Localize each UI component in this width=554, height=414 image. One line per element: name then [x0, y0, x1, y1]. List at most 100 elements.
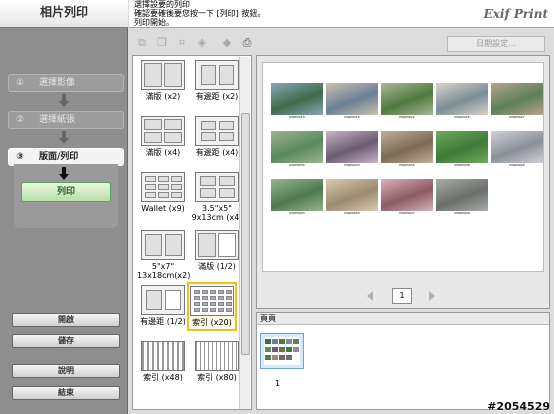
- photo-filename: IMGP0043: [289, 211, 305, 215]
- layout-index-x20[interactable]: 索引 (x20): [187, 282, 237, 331]
- layout-borderless-half[interactable]: 滿版 (1/2): [191, 230, 243, 271]
- open-button[interactable]: 開啟: [12, 313, 120, 327]
- down-arrow-icon: [59, 167, 69, 181]
- photo-thumbnail[interactable]: IMGP0043: [271, 179, 323, 215]
- layout-label: 有邊距 (x4): [195, 148, 239, 157]
- layout-preview-icon: [141, 60, 185, 90]
- photo-filename: IMGP0038: [454, 163, 470, 167]
- next-page-icon[interactable]: [429, 291, 435, 301]
- photo-thumbnail[interactable]: IMGP0035: [381, 131, 433, 167]
- layout-label: 索引 (x80): [197, 373, 237, 382]
- index-grid-cell: [210, 290, 216, 294]
- layout-label: Wallet (x9): [141, 204, 185, 213]
- photo-thumbnail[interactable]: IMGP0025: [436, 83, 488, 119]
- left-panel: 相片列印 ① 選擇影像 ② 選擇紙張 ③ 版面/列印 列印 開啟 儲存 說明 結束: [0, 0, 128, 414]
- photo-filename: IMGP0040: [509, 163, 525, 167]
- layout-preview-icon: [141, 341, 185, 371]
- index-grid-cell: [218, 296, 224, 300]
- index-grid-cell: [202, 290, 208, 294]
- print-preview: IMGP0019 IMGP0016 IMGP0022 IMGP0025 IMGP0027…: [256, 55, 550, 309]
- instruction-line: 列印開始。: [134, 18, 174, 27]
- instructions: 選擇設要的列印 確認要確後要您按一下 [列印] 按鈕。 列印開始。: [134, 0, 265, 27]
- photo-image: [436, 179, 488, 211]
- layout-wallet-x9[interactable]: Wallet (x9): [137, 172, 189, 213]
- photo-thumbnail[interactable]: IMGP0047: [381, 179, 433, 215]
- mini-photo: [272, 347, 278, 352]
- duplicate-icon[interactable]: ❐: [155, 36, 169, 49]
- layout-3.5x5-x4[interactable]: 3.5"x5" 9x13cm (x4): [191, 172, 243, 222]
- layout-label: 滿版 (x2): [145, 92, 181, 101]
- layout-label: 索引 (x48): [143, 373, 183, 382]
- help-button[interactable]: 說明: [12, 364, 120, 378]
- mini-photo: [279, 347, 285, 352]
- photo-image: [326, 131, 378, 163]
- step-number: ①: [15, 78, 25, 88]
- step-select-paper[interactable]: ② 選擇紙張: [8, 111, 124, 129]
- page-thumbnail[interactable]: [260, 333, 304, 369]
- layout-borderless-x2[interactable]: 滿版 (x2): [137, 60, 189, 101]
- print-settings-icon[interactable]: ⎙: [240, 36, 254, 49]
- photo-filename: IMGP0049: [454, 211, 470, 215]
- index-grid-cell: [226, 302, 232, 306]
- step-label: 選擇影像: [39, 78, 76, 88]
- photo-filename: IMGP0016: [344, 115, 360, 119]
- step-select-images[interactable]: ① 選擇影像: [8, 74, 124, 92]
- exit-button[interactable]: 結束: [12, 386, 120, 400]
- photo-thumbnail[interactable]: IMGP0033: [326, 131, 378, 167]
- layout-5x7-x2[interactable]: 5"x7" 13x18cm(x2): [137, 230, 191, 280]
- photo-thumbnail[interactable]: IMGP0049: [436, 179, 488, 215]
- instruction-line: 確認要確後要您按一下 [列印] 按鈕。: [134, 9, 266, 18]
- photo-filename: IMGP0030: [289, 163, 305, 167]
- photo-image: [271, 131, 323, 163]
- layout-label: 滿版 (1/2): [198, 262, 236, 271]
- layout-preview-icon: [195, 341, 239, 371]
- layout-preview-icon: [141, 285, 185, 315]
- layout-bordered-x4[interactable]: 有邊距 (x4): [191, 116, 243, 157]
- layout-index-x48[interactable]: 索引 (x48): [137, 341, 189, 382]
- layout-preview-icon: [141, 172, 185, 202]
- photo-thumbnail[interactable]: IMGP0027: [491, 83, 543, 119]
- eraser-icon[interactable]: ◆: [220, 36, 234, 49]
- photo-thumbnail[interactable]: IMGP0022: [381, 83, 433, 119]
- toolbar: ⧉ ❐ ⌗ ◈ ◆ ⎙ 日期設定...: [129, 33, 554, 53]
- crop-icon[interactable]: ⌗: [175, 36, 189, 49]
- photo-thumbnail[interactable]: IMGP0019: [271, 83, 323, 119]
- index-grid-cell: [194, 290, 200, 294]
- layout-borderless-x4[interactable]: 滿版 (x4): [137, 116, 189, 157]
- prev-page-icon[interactable]: [367, 291, 373, 301]
- photo-filename: IMGP0047: [399, 211, 415, 215]
- mini-photo: [265, 347, 271, 352]
- layout-index-x80[interactable]: 索引 (x80): [191, 341, 243, 382]
- photo-filename: IMGP0045: [344, 211, 360, 215]
- mini-photo: [293, 339, 299, 344]
- index-grid-cell: [210, 296, 216, 300]
- layout-bordered-half[interactable]: 有邊距 (1/2): [137, 285, 189, 326]
- index-grid-cell: [218, 290, 224, 294]
- step-label: 選擇紙張: [39, 115, 76, 125]
- save-button[interactable]: 儲存: [12, 334, 120, 348]
- index-grid-cell: [226, 290, 232, 294]
- photo-image: [271, 179, 323, 211]
- tag-icon[interactable]: ◈: [195, 36, 209, 49]
- date-settings-button[interactable]: 日期設定...: [447, 36, 545, 52]
- scrollbar-thumb[interactable]: [241, 113, 250, 355]
- step-label: 版面/列印: [39, 152, 79, 162]
- layout-preview-icon: [141, 230, 185, 260]
- page-navigator: 1: [357, 288, 447, 306]
- layout-label: 滿版 (x4): [145, 148, 181, 157]
- photo-thumbnail[interactable]: IMGP0038: [436, 131, 488, 167]
- layout-bordered-x2[interactable]: 有邊距 (x2): [191, 60, 243, 101]
- layout-preview-icon: [195, 230, 239, 260]
- page-number-box: 1: [392, 288, 412, 304]
- photo-image: [326, 83, 378, 115]
- photo-thumbnail[interactable]: IMGP0045: [326, 179, 378, 215]
- layout-scrollbar[interactable]: [239, 57, 250, 409]
- photo-thumbnail[interactable]: IMGP0030: [271, 131, 323, 167]
- copy-icon[interactable]: ⧉: [135, 36, 149, 49]
- layout-preview-icon: [141, 116, 185, 146]
- photo-thumbnail[interactable]: IMGP0040: [491, 131, 543, 167]
- layout-label: 索引 (x20): [192, 318, 232, 327]
- print-button[interactable]: 列印: [21, 182, 111, 202]
- layout-label: 5"x7" 13x18cm(x2): [137, 262, 191, 280]
- photo-thumbnail[interactable]: IMGP0016: [326, 83, 378, 119]
